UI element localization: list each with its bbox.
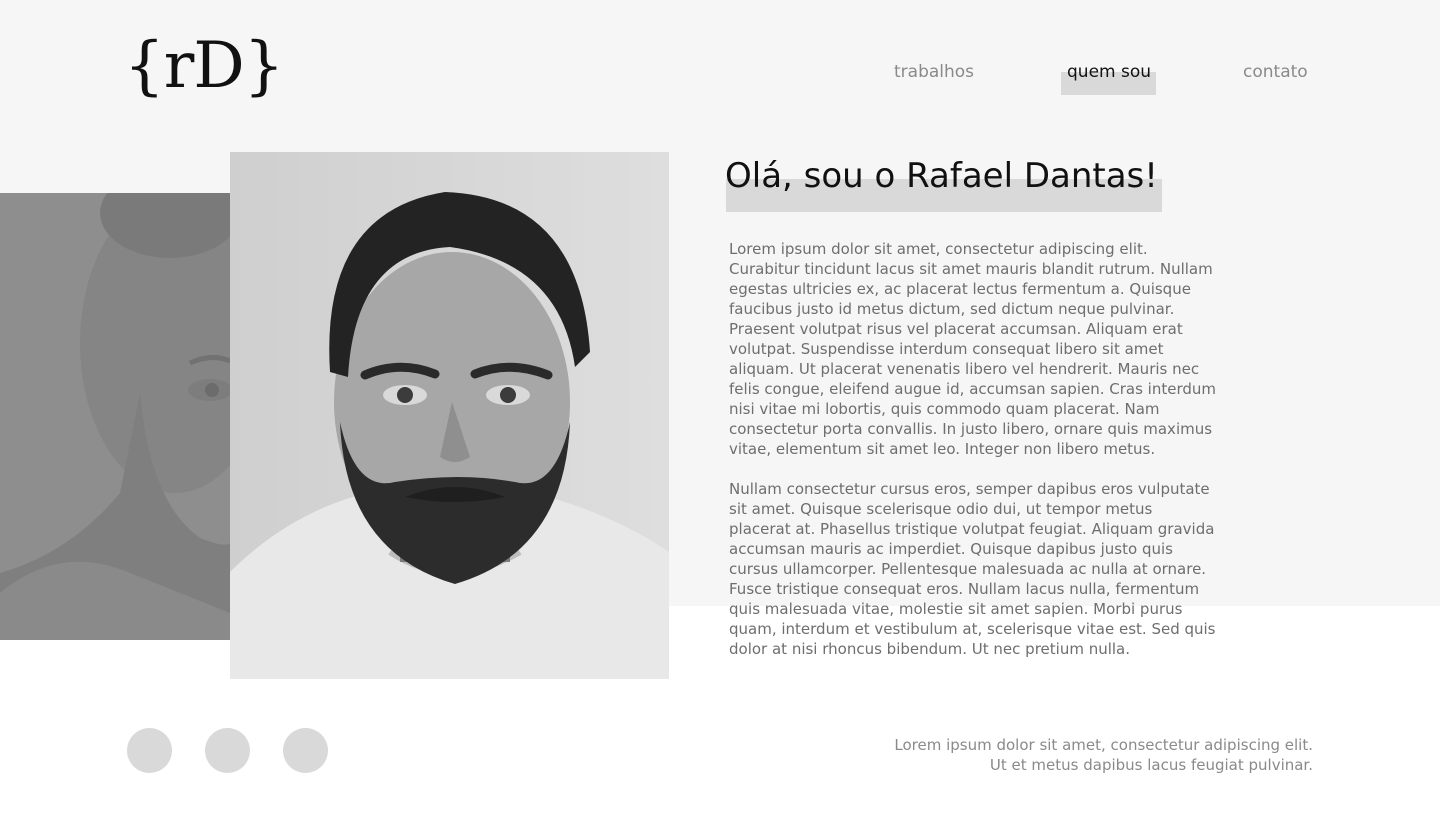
nav-link-contato[interactable]: contato — [1243, 61, 1308, 83]
social-icon-2[interactable] — [205, 728, 250, 773]
footer-line: Ut et metus dapibus lacus feugiat pulvin… — [989, 756, 1313, 774]
bio-paragraph: Lorem ipsum dolor sit amet, consectetur … — [729, 240, 1216, 458]
nav-link-trabalhos[interactable]: trabalhos — [894, 61, 974, 83]
footer-text: Lorem ipsum dolor sit amet, consectetur … — [894, 735, 1313, 775]
bio-paragraph: Nullam consectetur cursus eros, semper d… — [729, 480, 1216, 658]
nav-link-quem-sou[interactable]: quem sou — [1067, 61, 1151, 83]
background-portrait-image — [0, 193, 230, 640]
bio-text: Lorem ipsum dolor sit amet, consectetur … — [729, 239, 1217, 679]
site-logo[interactable]: {rD} — [124, 26, 284, 106]
social-icon-3[interactable] — [283, 728, 328, 773]
footer-line: Lorem ipsum dolor sit amet, consectetur … — [894, 736, 1313, 754]
social-icon-1[interactable] — [127, 728, 172, 773]
profile-portrait-image — [230, 152, 669, 679]
page-title: Olá, sou o Rafael Dantas! — [725, 156, 1158, 196]
page: {rD} trabalhos quem sou contato Olá, sou… — [0, 0, 1440, 825]
